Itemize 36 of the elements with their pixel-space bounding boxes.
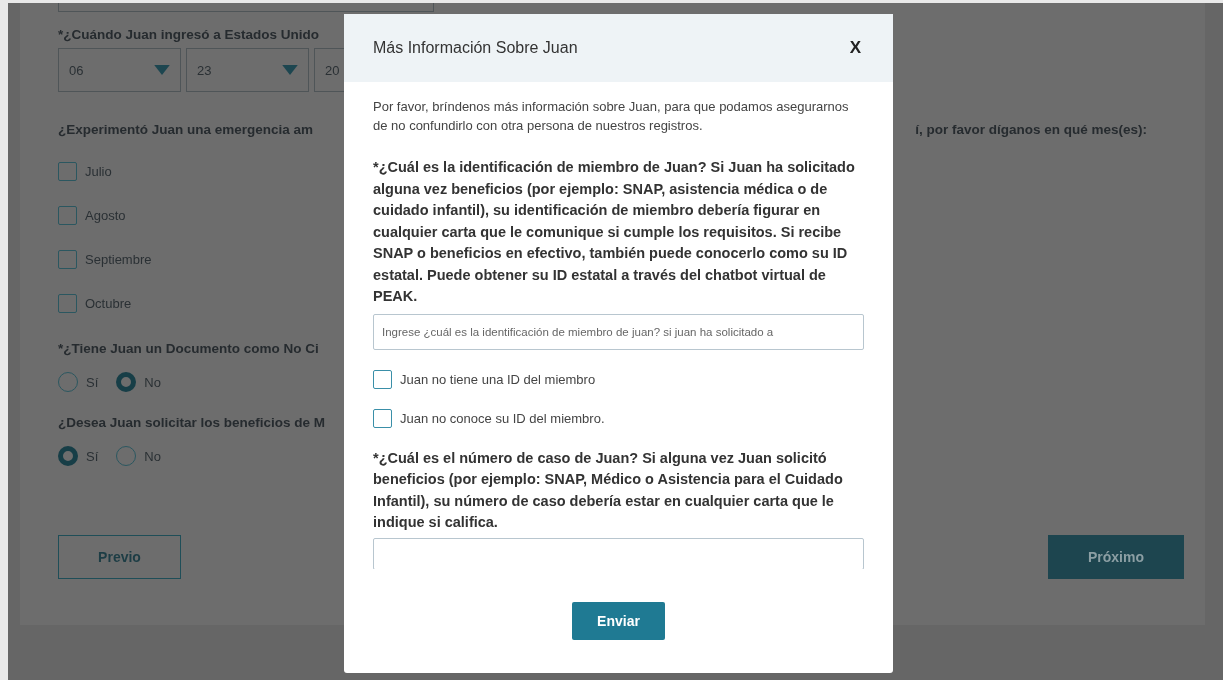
checkbox-label: Octubre <box>85 296 132 311</box>
question-label: *¿Cuándo Juan ingresó a Estados Unido <box>58 27 320 42</box>
question-label: *¿Tiene Juan un Documento como No Ci <box>58 341 319 356</box>
radio-label: No <box>144 374 161 390</box>
question-label: í, por favor díganos en qué mes(es): <box>915 122 1147 137</box>
checkbox[interactable] <box>373 369 392 389</box>
dialog-title: Más Información Sobre Juan <box>373 39 578 57</box>
caret-icon <box>282 65 298 75</box>
checkbox[interactable] <box>58 250 77 269</box>
checkbox-label: Juan no conoce su ID del miembro. <box>400 410 605 426</box>
checkbox-label: Juan no tiene una ID del miembro <box>400 371 596 387</box>
checkbox-label: Julio <box>85 164 112 179</box>
radio-label: Sí <box>86 448 99 464</box>
submit-button[interactable]: Enviar <box>572 602 665 640</box>
question-label: ¿Experimentó Juan una emergencia am <box>58 122 314 137</box>
radio-button[interactable] <box>58 446 78 466</box>
previous-button[interactable]: Previo <box>58 535 181 579</box>
radio-label: No <box>144 448 161 464</box>
question-label: *¿Cuál es la identificación de miembro de Juan? Si Juan ha solicitado alguna vez beneficios (por ejemplo: SNAP, asistencia médica o de cuidado infantil), su identificación de miembro debería figurar en cualquier carta que le comunique si cumple los requisitos. Si recibe SNAP o beneficios en efectivo, también puede conocerlo como su ID estatal. Puede obtener su ID estatal a través del chatbot virtual de PEAK. <box>373 158 856 306</box>
close-button[interactable]: X <box>845 36 865 60</box>
checkbox[interactable] <box>58 162 77 181</box>
intro-text: Por favor, bríndenos más información sobre Juan, para que podamos asegurarnos de no confundirlo con otra persona de nuestros registros. <box>373 98 850 135</box>
checkbox[interactable] <box>58 294 77 313</box>
checkbox[interactable] <box>58 206 77 225</box>
caret-icon <box>154 65 170 75</box>
radio-label: Sí <box>86 374 99 390</box>
dropdown-select[interactable]: 06 <box>58 48 181 92</box>
radio-button[interactable] <box>116 372 137 392</box>
question-label: *¿Cuál es el número de caso de Juan? Si alguna vez Juan solicitó beneficios (por ejemplo: SNAP, Médico o Asistencia para el Cuidado Infantil), su número de caso debería estar en cualquier carta que le indique si califica. <box>373 448 844 532</box>
dropdown-select[interactable]: 23 <box>186 48 309 92</box>
checkbox-label: Agosto <box>85 208 126 223</box>
member-id-field[interactable]: Ingrese ¿cuál es la identificación de miembro de juan? si juan ha solicitado a <box>373 313 864 350</box>
question-label: ¿Desea Juan solicitar los beneficios de M <box>58 415 326 430</box>
next-button[interactable]: Próximo <box>1048 535 1184 579</box>
checkbox-label: Septiembre <box>85 252 152 267</box>
checkbox[interactable] <box>373 408 392 428</box>
